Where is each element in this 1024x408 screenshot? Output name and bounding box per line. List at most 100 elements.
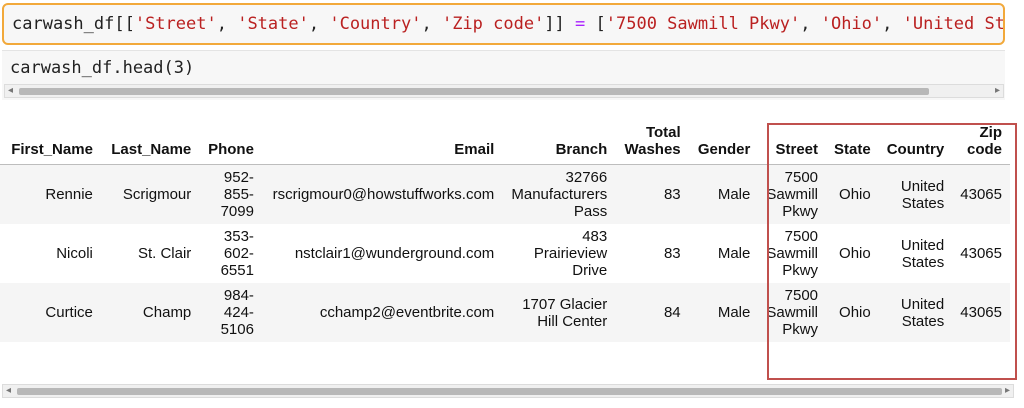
cell-branch: 483 Prairieview Drive — [502, 224, 615, 283]
cell-country: United States — [879, 165, 953, 225]
header-zip-code: Zip code — [952, 118, 1010, 165]
header-gender: Gender — [688, 118, 759, 165]
code-cell-assign-columns[interactable]: carwash_df[['Street', 'State', 'Country'… — [2, 3, 1005, 45]
code-cell-head[interactable]: carwash_df.head(3) ◂ ▸ — [2, 50, 1005, 100]
code-token: carwash_df[[ — [12, 14, 135, 34]
table-header-row: First_Name Last_Name Phone Email Branch … — [0, 118, 1010, 165]
cell-text: 7500 — [784, 228, 819, 245]
header-text: Zip — [979, 124, 1003, 141]
cell-total-washes: 84 — [663, 304, 681, 321]
code-string: 'Street' — [134, 14, 217, 34]
table-row: Rennie Scrigmour 952- 855- 7099 rscrigmour… — [0, 164, 1010, 225]
cell-branch: 32766 Manufacturers Pass — [502, 165, 615, 225]
header-total-washes: Total Washes — [615, 118, 689, 165]
cell-text: United — [900, 236, 945, 254]
header-text: Total — [645, 124, 681, 141]
header-state: State — [826, 118, 879, 165]
cell-gender: Male — [717, 245, 751, 262]
cell-street: 7500 Sawmill Pkwy — [758, 283, 826, 342]
cell-last-name: Champ — [142, 304, 192, 321]
code-string: 'State' — [237, 14, 309, 34]
cell-street: 7500 Sawmill Pkwy — [758, 224, 826, 283]
scroll-right-arrow[interactable]: ▸ — [995, 84, 1000, 98]
cell-text: 984- — [223, 287, 254, 304]
cell-country: United States — [879, 283, 953, 342]
cell-text: States — [901, 253, 945, 271]
cell-zip-code: 43065 — [960, 245, 1002, 262]
cell-text: 424- — [223, 304, 254, 321]
cell-text: Pkwy — [782, 203, 819, 220]
code-operator: = — [575, 14, 586, 34]
cell-text: Sawmill — [766, 245, 819, 262]
code-string: '7500 Sawmill Pkwy' — [605, 14, 801, 34]
cell-text: Pkwy — [782, 262, 819, 279]
cell-text: 7500 — [784, 287, 819, 304]
scroll-left-arrow[interactable]: ◂ — [6, 384, 11, 398]
cell-first-name: Nicoli — [56, 245, 93, 262]
cell-text: 7099 — [220, 203, 254, 220]
cell-gender: Male — [717, 186, 751, 203]
cell-total-washes: 83 — [663, 186, 681, 203]
code-string: 'Ohio' — [820, 14, 883, 34]
cell-text: 32766 — [565, 169, 608, 186]
cell-state: Ohio — [839, 304, 871, 321]
code-string: 'Zip code' — [441, 14, 545, 34]
cell-text: United — [900, 177, 945, 195]
cell-branch: 1707 Glacier Hill Center — [502, 283, 615, 342]
dataframe-output: First_Name Last_Name Phone Email Branch … — [0, 118, 1010, 342]
code-cell-scrollbar[interactable]: ◂ ▸ — [4, 84, 1004, 98]
cell-phone: 984- 424- 5106 — [199, 283, 262, 342]
code-token: ]] — [544, 14, 576, 34]
header-street: Street — [758, 118, 827, 165]
cell-total-washes: 83 — [663, 245, 681, 262]
cell-text: Pkwy — [782, 321, 819, 338]
cell-text: United — [900, 295, 945, 313]
cell-text: Manufacturers — [511, 186, 608, 203]
scrollbar-thumb[interactable] — [17, 388, 1002, 395]
cell-text: Sawmill — [766, 304, 819, 321]
code-string: 'United States' — [902, 14, 1005, 34]
cell-phone: 952- 855- 7099 — [199, 165, 262, 225]
output-scrollbar[interactable]: ◂ ▸ — [2, 384, 1014, 398]
cell-text: 1707 Glacier — [522, 295, 608, 313]
cell-first-name: Rennie — [45, 186, 93, 203]
cell-country: United States — [879, 224, 953, 283]
cell-text: 952- — [223, 169, 254, 186]
cell-text: Prairieview — [533, 245, 608, 262]
cell-text: 602- — [223, 245, 254, 262]
cell-gender: Male — [717, 304, 751, 321]
cell-first-name: Curtice — [45, 304, 93, 321]
cell-last-name: Scrigmour — [122, 186, 192, 203]
cell-text: 7500 — [784, 169, 819, 186]
cell-zip-code: 43065 — [960, 304, 1002, 321]
cell-text: 353- — [223, 228, 254, 245]
cell-email: cchamp2@eventbrite.com — [319, 304, 495, 321]
cell-phone: 353- 602- 6551 — [199, 224, 262, 283]
cell-text: States — [901, 312, 945, 330]
header-email: Email — [261, 118, 503, 165]
scrollbar-thumb[interactable] — [19, 88, 929, 95]
dataframe-table: First_Name Last_Name Phone Email Branch … — [0, 118, 1010, 342]
cell-street: 7500 Sawmill Pkwy — [758, 165, 826, 225]
cell-text: 855- — [223, 186, 254, 203]
cell-last-name: St. Clair — [137, 245, 192, 262]
cell-text: States — [901, 194, 945, 212]
code-line-assign: carwash_df[['Street', 'State', 'Country'… — [12, 14, 1005, 34]
cell-zip-code: 43065 — [960, 186, 1002, 203]
header-country: Country — [878, 118, 953, 165]
cell-state: Ohio — [839, 245, 871, 262]
cell-text: Hill Center — [537, 312, 608, 330]
table-row: Curtice Champ 984- 424- 5106 cchamp2@event… — [0, 283, 1010, 342]
header-text: Washes — [624, 141, 681, 158]
cell-text: 5106 — [220, 321, 254, 338]
scroll-right-arrow[interactable]: ▸ — [1005, 384, 1010, 398]
table-row: Nicoli St. Clair 353- 602- 6551 nstclair1@… — [0, 224, 1010, 283]
header-last-name: Last_Name — [100, 118, 200, 165]
cell-email: nstclair1@wunderground.com — [294, 245, 495, 262]
cell-text: Sawmill — [766, 186, 819, 203]
cell-state: Ohio — [839, 186, 871, 203]
scroll-left-arrow[interactable]: ◂ — [8, 84, 13, 98]
header-branch: Branch — [502, 118, 616, 165]
cell-text: 483 — [582, 228, 608, 245]
cell-text: Pass — [573, 203, 608, 220]
